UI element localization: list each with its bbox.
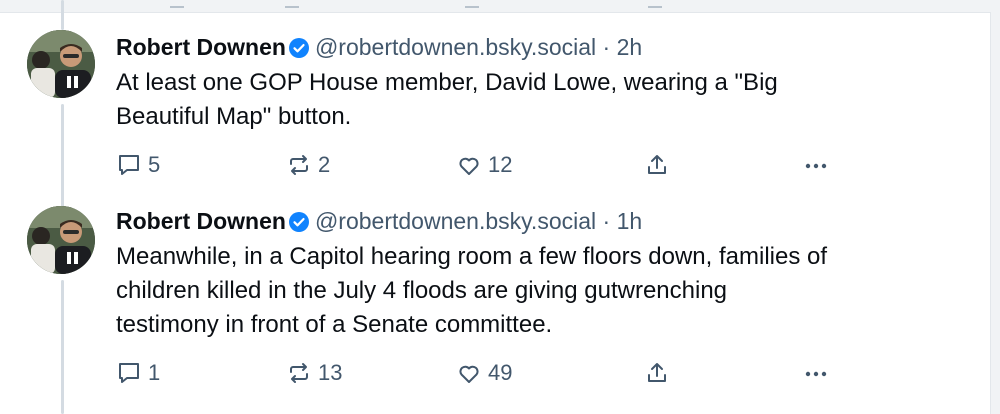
post-card[interactable]: Robert Downen @robertdownen.bsky.social ·… [0, 30, 988, 200]
post-content: Robert Downen @robertdownen.bsky.social ·… [116, 32, 958, 184]
ellipsis-icon [805, 163, 827, 169]
repost-icon [290, 155, 308, 175]
like-button[interactable]: 12 [456, 152, 512, 178]
post-text-line: children killed in the July 4 floods are… [116, 277, 728, 304]
separator-dot: · [602, 34, 611, 60]
repost-button[interactable]: 2 [286, 152, 330, 178]
post-text-line: At least one GOP House member, David Low… [116, 69, 778, 96]
post-timestamp[interactable]: 2h [617, 34, 643, 60]
share-button[interactable] [644, 360, 670, 386]
avatar[interactable] [27, 206, 95, 274]
post-text-line: Beautiful Map" button. [116, 103, 352, 130]
reply-count: 5 [148, 152, 161, 177]
repost-button[interactable]: 13 [286, 360, 342, 386]
post-text-line: testimony in front of a Senate committee… [116, 311, 553, 338]
reply-button[interactable]: 1 [116, 360, 160, 386]
feed-column-border [990, 12, 1000, 414]
post-content: Robert Downen @robertdownen.bsky.social ·… [116, 206, 958, 392]
like-count: 12 [488, 152, 513, 177]
post-actions: 1 13 49 [116, 360, 958, 392]
heart-icon [459, 157, 479, 175]
reply-icon [119, 363, 139, 383]
share-button[interactable] [644, 152, 670, 178]
previous-repost-icon [285, 0, 299, 8]
separator-dot: · [602, 208, 611, 234]
previous-post-actions-strip [0, 0, 1000, 13]
author-name[interactable]: Robert Downen [116, 208, 286, 234]
post-header: Robert Downen @robertdownen.bsky.social ·… [116, 206, 958, 236]
verified-check-icon [288, 38, 309, 58]
repost-icon [290, 363, 308, 383]
reply-count: 1 [148, 360, 161, 385]
heart-icon [459, 365, 479, 383]
repost-count: 13 [318, 360, 343, 385]
reply-icon [119, 155, 139, 175]
like-count: 49 [488, 360, 513, 385]
reply-button[interactable]: 5 [116, 152, 160, 178]
like-button[interactable]: 49 [456, 360, 512, 386]
post-card[interactable]: Robert Downen @robertdownen.bsky.social ·… [0, 206, 988, 414]
post-timestamp[interactable]: 1h [617, 208, 643, 234]
previous-reply-icon [170, 0, 184, 8]
more-options-button[interactable] [802, 360, 830, 386]
ellipsis-icon [805, 371, 827, 377]
post-actions: 5 2 12 [116, 152, 958, 184]
thread-connector-line [61, 0, 64, 30]
author-handle[interactable]: @robertdownen.bsky.social [315, 34, 596, 60]
post-text: At least one GOP House member, David Low… [116, 66, 958, 134]
more-options-button[interactable] [802, 152, 830, 178]
post-header: Robert Downen @robertdownen.bsky.social ·… [116, 32, 958, 62]
post-text-line: Meanwhile, in a Capitol hearing room a f… [116, 243, 828, 270]
verified-check-icon [288, 212, 309, 232]
previous-share-icon [648, 0, 662, 8]
post-text: Meanwhile, in a Capitol hearing room a f… [116, 240, 958, 342]
author-name[interactable]: Robert Downen [116, 34, 286, 60]
previous-like-icon [465, 0, 479, 8]
avatar[interactable] [27, 30, 95, 98]
share-icon [648, 363, 666, 382]
share-icon [648, 155, 666, 174]
author-handle[interactable]: @robertdownen.bsky.social [315, 208, 596, 234]
repost-count: 2 [318, 152, 331, 177]
